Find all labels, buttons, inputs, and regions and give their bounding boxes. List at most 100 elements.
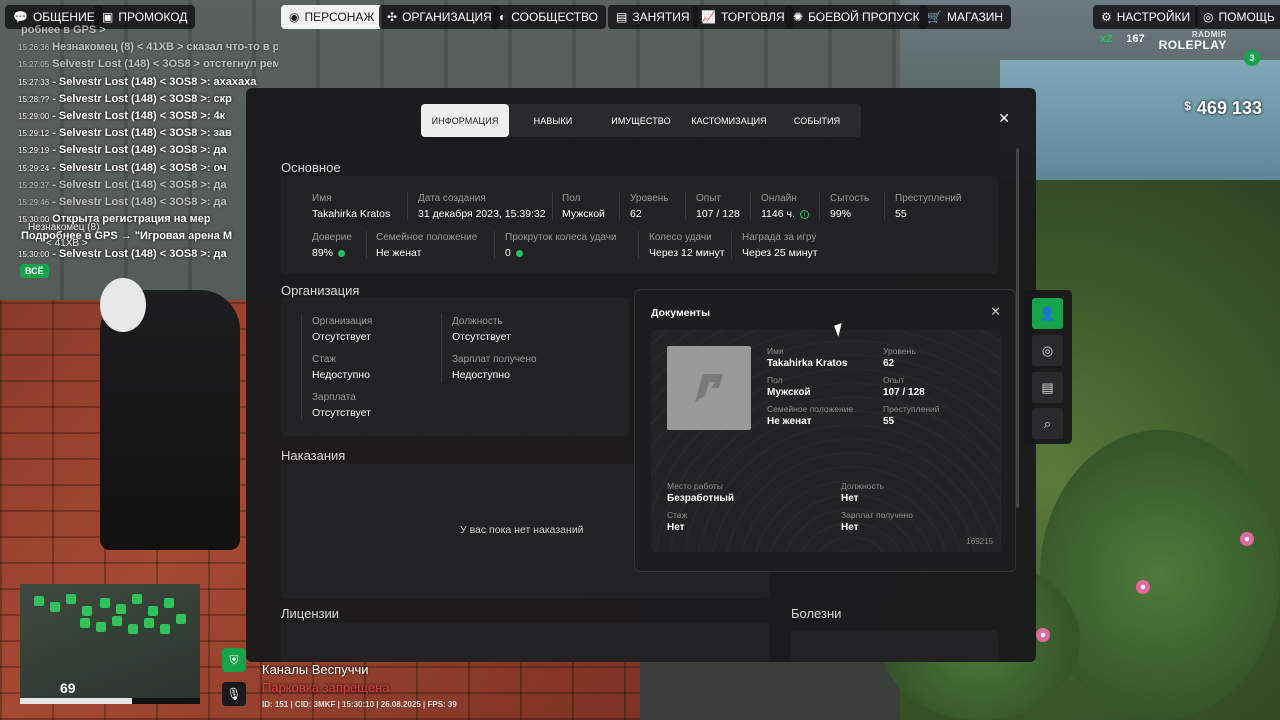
chat-message: - Selvestr Lost (148) < 3OS8 >: 4к — [52, 110, 226, 123]
field-game-reward: Награда за игру Через 25 минут — [742, 232, 818, 259]
person-icon: ◉ — [289, 10, 300, 24]
divider — [494, 231, 495, 259]
divider — [685, 192, 686, 220]
house-map-icon — [66, 594, 76, 604]
chat-message: Selvestr Lost (148) < 3OS8 > отстегнул р… — [52, 58, 278, 71]
tab-events[interactable]: СОБЫТИЯ — [773, 104, 861, 137]
panel-tabs: ИНФОРМАЦИЯ НАВЫКИ ИМУЩЕСТВО КАСТОМИЗАЦИЯ… — [421, 104, 861, 137]
documents-rail: 👤 ◎ ▤ ⌕ — [1024, 290, 1072, 444]
close-icon[interactable]: ✕ — [998, 110, 1010, 127]
field-crimes: Преступлений 55 — [895, 193, 962, 220]
chat-line: 15:28:?? - Selvestr Lost (148) < 3OS8 >: … — [18, 91, 278, 108]
section-title-punishments: Наказания — [281, 448, 346, 463]
chat-line: робнее в GPS > — [18, 22, 278, 39]
medical-card-tab-button[interactable]: ▤ — [1032, 372, 1063, 403]
section-title-licenses: Лицензии — [281, 606, 339, 621]
chat-timestamp: 15:29:12 — [18, 129, 50, 139]
nav-shop-button[interactable]: 🛒 МАГАЗИН — [919, 5, 1012, 29]
nav-battlepass-button[interactable]: ✺ БОЕВОЙ ПРОПУСК — [785, 5, 928, 29]
punishments-empty-text: У вас пока нет наказаний — [460, 524, 584, 536]
divider — [638, 231, 639, 259]
chat-timestamp: 15:28:?? — [18, 94, 50, 104]
parking-warning: Парковка запрещена — [262, 680, 390, 695]
documents-title: Документы — [651, 307, 711, 319]
community-icon: ◐ — [499, 10, 507, 24]
nav-help-button[interactable]: ◎ ПОМОЩЬ — [1195, 5, 1280, 29]
divider — [366, 231, 367, 259]
street-name: Каналы Веспуччи — [262, 662, 369, 677]
field-wheel-spins: Прокруток колеса удачи 0 — [505, 232, 617, 259]
status-dot — [338, 249, 346, 257]
house-map-icon — [144, 618, 154, 628]
nametag-tag: < 41XB > — [46, 238, 88, 250]
server-logo: RADMIR ROLEPLAY — [1158, 30, 1227, 52]
tab-skills[interactable]: НАВЫКИ — [509, 104, 597, 137]
section-title-basic: Основное — [281, 160, 341, 175]
panel-scrollbar[interactable] — [1016, 148, 1019, 508]
section-title-diseases: Болезни — [791, 606, 842, 621]
speedometer-value: 69 — [60, 680, 76, 696]
passport-card: Имя Takahirka Kratos Уровень 62 Пол Мужской… — [651, 330, 1001, 552]
house-map-icon — [82, 606, 92, 616]
nav-community-button[interactable]: ◐ СООБЩЕСТВО — [491, 5, 606, 29]
field-name: Имя Takahirka Kratos — [312, 193, 391, 220]
driver-license-tab-button[interactable]: ◎ — [1032, 335, 1063, 366]
chat-line: 15:29:12- Selvestr Lost (148) < 3OS8 >: … — [18, 125, 278, 142]
field-experience: Опыт 107 / 128 — [696, 193, 740, 220]
nav-character-button[interactable]: ◉ ПЕРСОНАЖ — [281, 5, 383, 29]
divider — [750, 192, 751, 220]
tab-customization[interactable]: КАСТОМИЗАЦИЯ — [685, 104, 773, 137]
search-document-tab-button[interactable]: ⌕ — [1032, 408, 1063, 439]
chat-message: - Selvestr Lost (148) < 3OS8 >: да — [52, 144, 227, 157]
house-map-icon — [96, 622, 106, 632]
doc-field-salaries: Зарплат получено Нет — [841, 510, 913, 533]
chat-line: 15:29:46- Selvestr Lost (148) < 3OS8 >: … — [18, 194, 278, 211]
help-icon: ◎ — [1203, 10, 1214, 24]
trade-icon: 📈 — [701, 10, 716, 24]
nav-trade-button[interactable]: 📈 ТОРГОВЛЯ — [693, 5, 793, 29]
nav-settings-button[interactable]: ⚙ НАСТРОЙКИ — [1093, 5, 1199, 29]
chat-timestamp: 15:29:46 — [18, 198, 50, 208]
flower — [1240, 532, 1254, 546]
chat-line: 15:29:19- Selvestr Lost (148) < 3OS8 >: … — [18, 142, 278, 159]
fuel-bar — [20, 698, 200, 704]
chat-timestamp: 15:29:24 — [18, 163, 50, 173]
flower — [1136, 580, 1150, 594]
chat-timestamp: 15:29:19 — [18, 146, 50, 156]
tab-information[interactable]: ИНФОРМАЦИЯ — [421, 104, 509, 137]
nav-lessons-button[interactable]: ▤ ЗАНЯТИЯ — [608, 5, 698, 29]
tab-property[interactable]: ИМУЩЕСТВО — [597, 104, 685, 137]
divider — [301, 314, 302, 420]
flower — [1036, 628, 1050, 642]
section-title-organization: Организация — [281, 283, 360, 298]
cart-icon: 🛒 — [927, 10, 942, 24]
field-salaries-received: Зарплат получено Недоступно — [452, 354, 537, 381]
chat-timestamp: 15:29:37 — [18, 180, 50, 190]
doc-field-crimes: Преступлений 55 — [883, 404, 940, 427]
diseases-card — [791, 630, 998, 662]
nav-organization-button[interactable]: ✣ ОРГАНИЗАЦИЯ — [379, 5, 500, 29]
server-info: x2 167 RADMIR ROLEPLAY — [1100, 28, 1227, 52]
player-nametag: Незнакомец (8) < 41XB > — [28, 220, 99, 252]
water-pool — [1000, 60, 1280, 180]
info-icon[interactable]: i — [799, 209, 809, 219]
chat-message: - Selvestr Lost (148) < 3OS8 >: да — [52, 196, 227, 209]
document-serial: 169215 — [966, 537, 993, 546]
chat-line: 15:29:24- Selvestr Lost (148) < 3OS8 >: … — [18, 160, 278, 177]
chat-filter-all[interactable]: ВСЁ — [20, 264, 49, 278]
medical-card-icon: ▤ — [1041, 379, 1054, 395]
lessons-icon: ▤ — [616, 10, 628, 24]
chat-message: - Selvestr Lost (148) < 3OS8 >: скр — [52, 92, 232, 105]
passport-tab-button[interactable]: 👤 — [1032, 298, 1063, 329]
chat-timestamp: 15:27:05 — [18, 60, 50, 70]
house-map-icon — [164, 598, 174, 608]
field-trust: Доверие 89% — [312, 232, 352, 259]
house-map-icon — [116, 604, 126, 614]
divider — [884, 192, 885, 220]
bush — [1040, 430, 1280, 720]
field-satiety: Сытость 99% — [830, 193, 870, 220]
microphone-icon: 🎙 — [222, 682, 246, 706]
close-icon[interactable]: ✕ — [990, 304, 1001, 320]
doc-field-workplace: Место работы Безработный — [667, 481, 735, 504]
minimap: 69 — [20, 584, 200, 704]
